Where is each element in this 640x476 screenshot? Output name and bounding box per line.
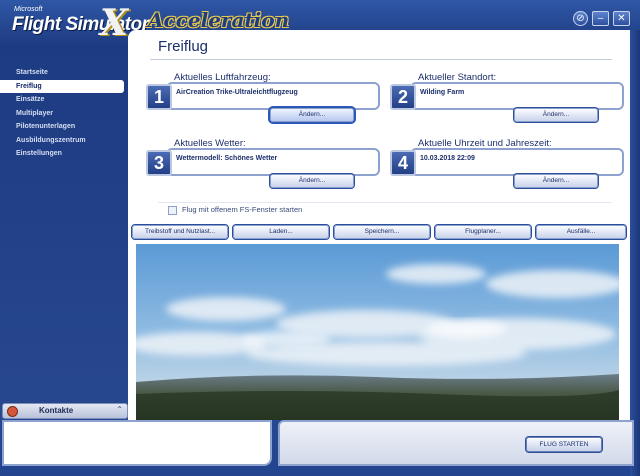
sidebar-item-multiplayer[interactable]: Multiplayer [0,107,128,121]
change-weather-button[interactable]: Ändern... [270,174,354,188]
main-content: Freiflug 1 Aktuelles Luftfahrzeug: AirCr… [128,30,630,420]
page-title: Freiflug [158,38,209,55]
sidebar-item-einstellungen[interactable]: Einstellungen [0,147,128,161]
logo-edition: Acceleration [148,8,290,32]
time-panel: 4 Aktuelle Uhrzeit und Jahreszeit: 10.03… [390,138,624,196]
weather-panel: 3 Aktuelles Wetter: Wettermodell: Schöne… [146,138,380,196]
aircraft-value-box [166,82,380,110]
time-value-box [410,148,624,176]
start-flight-button[interactable]: FLUG STARTEN [526,437,602,452]
sidebar-item-ausbildungszentrum[interactable]: Ausbildungszentrum [0,134,128,148]
scenery-preview-image [136,244,619,420]
logo-product: Flight Simulator [12,14,149,35]
load-flight-button[interactable]: Laden... [233,225,329,239]
change-time-button[interactable]: Ändern... [514,174,598,188]
location-value-box [410,82,624,110]
failures-button[interactable]: Ausfälle... [536,225,626,239]
chat-area[interactable] [2,420,272,466]
time-value: 10.03.2018 22:09 [420,155,475,162]
contacts-bar[interactable]: Kontakte ⌃ [2,403,128,419]
contacts-status-icon [7,406,18,417]
sound-toggle-icon[interactable]: ⊘ [573,11,588,26]
logo-microsoft: Microsoft [14,6,43,13]
location-panel: 2 Aktueller Standort: Wilding Farm Änder… [390,72,624,130]
step-number-4: 4 [390,150,416,176]
options-divider [158,202,612,203]
minimize-button[interactable]: – [592,11,609,26]
step-number-1: 1 [146,84,172,110]
weather-title: Aktuelles Wetter: [174,138,246,149]
window-option-label: Flug mit offenem FS-Fenster starten [182,205,303,214]
window-option-checkbox[interactable] [168,205,177,215]
aircraft-value: AirCreation Trike-Ultraleichtflugzeug [176,89,298,96]
weather-value-box [166,148,380,176]
sidebar: Startseite Freiflug Einsätze Multiplayer… [0,44,128,420]
aircraft-panel: 1 Aktuelles Luftfahrzeug: AirCreation Tr… [146,72,380,130]
chevron-up-icon[interactable]: ⌃ [116,405,123,414]
change-aircraft-button[interactable]: Ändern... [270,108,354,122]
action-toolbar: Treibstoff und Nutzlast... Laden... Spei… [132,225,628,239]
sidebar-item-startseite[interactable]: Startseite [0,66,128,80]
window-option[interactable]: Flug mit offenem FS-Fenster starten [168,205,302,215]
window-right-edge [630,30,640,476]
title-divider [150,59,612,60]
step-number-3: 3 [146,150,172,176]
sidebar-item-freiflug[interactable]: Freiflug [0,79,124,93]
location-title: Aktueller Standort: [418,72,497,83]
step-number-2: 2 [390,84,416,110]
save-flight-button[interactable]: Speichern... [334,225,430,239]
aircraft-title: Aktuelles Luftfahrzeug: [174,72,271,83]
sidebar-item-einsaetze[interactable]: Einsätze [0,93,128,107]
contacts-label: Kontakte [39,406,74,415]
close-button[interactable]: ✕ [613,11,630,26]
change-location-button[interactable]: Ändern... [514,108,598,122]
fuel-payload-button[interactable]: Treibstoff und Nutzlast... [132,225,228,239]
logo-x: X [100,2,128,44]
weather-value: Wettermodell: Schönes Wetter [176,155,278,162]
flight-planner-button[interactable]: Flugplaner... [435,225,531,239]
time-title: Aktuelle Uhrzeit und Jahreszeit: [418,138,552,149]
footer-bar: FLUG STARTEN [278,420,634,466]
sidebar-item-pilotenunterlagen[interactable]: Pilotenunterlagen [0,120,128,134]
location-value: Wilding Farm [420,89,465,96]
